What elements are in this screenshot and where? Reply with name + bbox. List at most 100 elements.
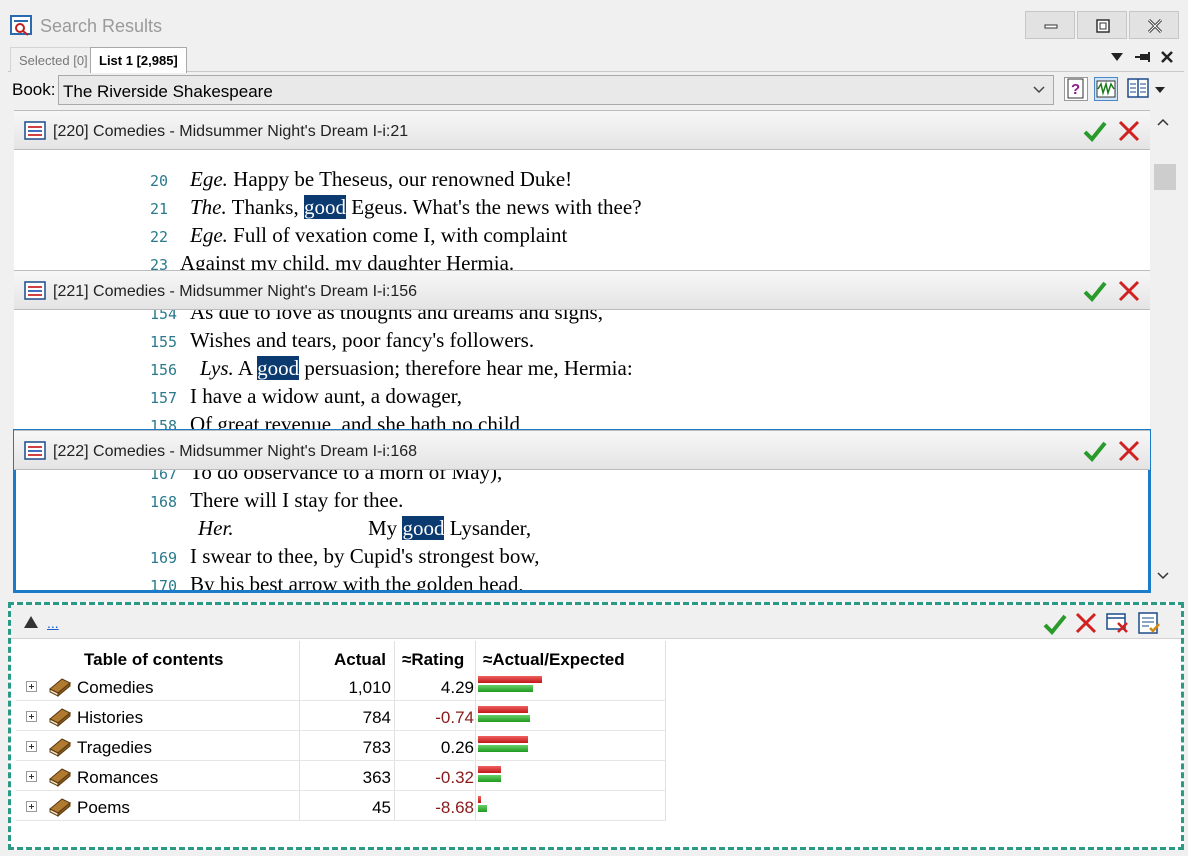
expected-bar [478, 805, 487, 812]
book-selector-row: Book: The Riverside Shakespeare ? [8, 74, 1184, 106]
book-dropdown-value: The Riverside Shakespeare [63, 82, 273, 101]
expected-bar [478, 715, 530, 722]
book-icon [49, 768, 71, 787]
column-header-actual[interactable]: Actual [334, 650, 386, 670]
columns-view-button[interactable] [1126, 77, 1150, 101]
result-card-header[interactable]: [222] Comedies - Midsummer Night's Dream… [14, 430, 1150, 470]
row-actual: 363 [362, 768, 391, 787]
scroll-down-icon[interactable] [1157, 572, 1169, 580]
close-window-icon[interactable] [1105, 611, 1129, 635]
expand-icon[interactable] [26, 771, 37, 782]
row-rating: 0.26 [440, 738, 474, 757]
close-window-button[interactable] [1129, 11, 1179, 39]
result-card-header[interactable]: [221] Comedies - Midsummer Night's Dream… [14, 270, 1150, 310]
svg-text:?: ? [1071, 81, 1080, 98]
check-icon[interactable] [1083, 439, 1107, 463]
line-text: Wishes and tears, poor fancy's followers… [190, 328, 535, 352]
line-number: 157 [150, 389, 178, 407]
check-icon[interactable] [1043, 612, 1067, 636]
expand-icon[interactable] [26, 741, 37, 752]
search-hit-highlight[interactable]: good [257, 356, 300, 380]
check-icon[interactable] [1083, 279, 1107, 303]
result-card-text: 167 To do observance to a morn of May), … [14, 470, 1150, 590]
line-text: Egeus. What's the news with thee? [345, 195, 642, 219]
book-icon [49, 708, 71, 727]
tab-menu-dropdown-icon[interactable] [1110, 50, 1124, 68]
speaker-name: Ege. [190, 167, 228, 191]
tab-selected[interactable]: Selected [0] [10, 47, 97, 72]
results-scrollbar[interactable] [1152, 110, 1176, 592]
close-icon[interactable] [1075, 612, 1097, 634]
result-card-active[interactable]: [222] Comedies - Midsummer Night's Dream… [13, 429, 1151, 593]
line-number: 167 [150, 470, 178, 483]
table-row[interactable]: Tragedies 783 0.26 [16, 731, 666, 761]
close-icon[interactable] [1118, 120, 1140, 142]
result-card-title: [222] Comedies - Midsummer Night's Dream… [53, 443, 418, 460]
result-card[interactable]: [221] Comedies - Midsummer Night's Dream… [14, 270, 1150, 430]
waveform-view-button[interactable] [1094, 77, 1118, 101]
table-row[interactable]: Histories 784 -0.74 [16, 701, 666, 731]
tab-list-1[interactable]: List 1 [2,985] [90, 47, 187, 73]
book-dropdown[interactable]: The Riverside Shakespeare [58, 75, 1054, 105]
column-header-rating[interactable]: ≈Rating [402, 650, 464, 670]
help-icon: ? [1067, 78, 1084, 99]
close-icon[interactable] [1118, 280, 1140, 302]
column-header-ratio[interactable]: ≈Actual/Expected [483, 650, 625, 670]
search-hit-highlight[interactable]: good [303, 195, 346, 219]
line-text: My [368, 516, 403, 540]
view-options-dropdown-icon[interactable] [1154, 86, 1166, 94]
line-number: 168 [150, 493, 178, 511]
checklist-icon[interactable] [1137, 611, 1161, 635]
expand-icon[interactable] [26, 711, 37, 722]
distribution-panel: ... Table of contents Actual ≈Rating ≈Ac… [8, 602, 1184, 850]
scrollbar-thumb[interactable] [1154, 164, 1176, 190]
expected-bar [478, 685, 533, 692]
result-card-title: [220] Comedies - Midsummer Night's Dream… [53, 123, 409, 140]
row-rating: -8.68 [435, 798, 474, 817]
line-number: 156 [150, 361, 178, 379]
actual-bar [478, 706, 528, 713]
line-number: 22 [150, 228, 169, 246]
expand-icon[interactable] [26, 681, 37, 692]
actual-bar [478, 796, 481, 803]
more-link[interactable]: ... [47, 615, 59, 631]
row-rating: -0.74 [435, 708, 474, 727]
line-text: By his best arrow with the golden head, [190, 572, 524, 590]
speaker-name: Lys. [200, 356, 234, 380]
speaker-name: Her. [198, 516, 234, 540]
search-hit-highlight[interactable]: good [402, 516, 445, 540]
search-results-list[interactable]: [220] Comedies - Midsummer Night's Dream… [13, 110, 1151, 593]
window-title: Search Results [40, 16, 163, 36]
title-bar: Search Results [0, 0, 1188, 42]
table-row[interactable]: Poems 45 -8.68 [16, 791, 666, 821]
line-text: A [233, 356, 258, 380]
close-icon[interactable] [1118, 440, 1140, 462]
row-label: Histories [77, 708, 144, 727]
table-row[interactable]: Comedies 1,010 4.29 [16, 671, 666, 701]
minimize-button[interactable] [1025, 11, 1075, 39]
waveform-icon [1096, 80, 1116, 98]
column-header-contents[interactable]: Table of contents [84, 650, 223, 670]
line-text: To do observance to a morn of May), [190, 470, 503, 484]
book-passage-icon [24, 281, 46, 300]
line-number: 169 [150, 549, 178, 567]
result-card-header[interactable]: [220] Comedies - Midsummer Night's Dream… [14, 110, 1150, 150]
table-row[interactable]: Romances 363 -0.32 [16, 761, 666, 791]
expand-icon[interactable] [26, 801, 37, 812]
row-label: Romances [77, 768, 159, 787]
help-button[interactable]: ? [1064, 77, 1088, 101]
list-tab-strip: Selected [0] List 1 [2,985] [8, 44, 1184, 73]
minimize-icon [1044, 24, 1058, 29]
result-card[interactable]: [220] Comedies - Midsummer Night's Dream… [14, 110, 1150, 270]
collapse-triangle-icon[interactable] [23, 615, 39, 629]
close-tab-icon[interactable] [1160, 50, 1174, 68]
line-number: 155 [150, 333, 178, 351]
row-rating: -0.32 [435, 768, 474, 787]
line-text: There will I stay for thee. [190, 488, 404, 512]
maximize-button[interactable] [1077, 11, 1127, 39]
book-icon [49, 738, 71, 757]
scroll-up-icon[interactable] [1157, 118, 1169, 126]
expected-bar [478, 745, 528, 752]
pin-icon[interactable] [1134, 50, 1152, 70]
check-icon[interactable] [1083, 119, 1107, 143]
